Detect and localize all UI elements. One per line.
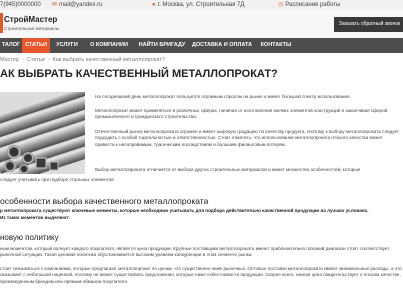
breadcrumb: Мастер › Статьи › Как выбрать качественный м… — [0, 57, 165, 63]
callback-button[interactable]: Заказать обратный звонок — [334, 17, 403, 32]
mail-icon: ✉ — [52, 2, 58, 8]
email-text[interactable]: mail@yandex.ru — [59, 2, 102, 8]
logo-mark — [0, 13, 3, 33]
top-info-bar: 7(945)0000000 ✉ mail@yandex.ru ● г. Москва… — [0, 0, 403, 10]
metal-pipes-image — [0, 92, 85, 174]
section-lead-list-intro: Из таких моментов выделяют: — [0, 215, 70, 220]
article-paragraph: Металлопрокат может применяться в различ… — [95, 108, 388, 120]
article-paragraph: Отечественный рынок металлопроката огром… — [95, 129, 399, 147]
nav-item-find-team[interactable]: НАЙТИ БРИГАДУ — [134, 38, 190, 53]
subsection-heading: новую политику — [0, 233, 59, 242]
nav-item-about[interactable]: О КОМПАНИИ — [84, 38, 134, 53]
nav-item-catalog[interactable]: ТАЛОГ — [0, 38, 22, 53]
phone-link[interactable]: 7(945)0000000 — [0, 0, 41, 10]
breadcrumb-current: Как выбрать качественный металлопрокат? — [52, 57, 165, 63]
phone-text[interactable]: 7(945)0000000 — [0, 2, 41, 8]
address-text: г. Москва, ул. Строительная 7Д — [157, 2, 245, 8]
email-link[interactable]: ✉ mail@yandex.ru — [52, 0, 102, 10]
location-pin-icon: ● — [152, 2, 156, 8]
article-paragraph: Выбор металлопроката отличается от выбор… — [95, 167, 361, 172]
article-paragraph: стоит связываться с компаниями, которые … — [0, 266, 402, 284]
brand-tagline: Строительные материалы — [4, 26, 60, 31]
nav-item-articles[interactable]: СТАТЬИ — [22, 38, 50, 53]
breadcrumb-articles[interactable]: Статьи — [27, 57, 45, 63]
breadcrumb-home[interactable]: Мастер — [0, 57, 19, 63]
address: ● г. Москва, ул. Строительная 7Д — [152, 0, 244, 10]
section-heading: особенности выбора качественного металло… — [0, 196, 209, 206]
article-paragraph: следует учитывать при подборе стальных э… — [0, 177, 115, 182]
nav-item-services[interactable]: УСЛУГИ — [50, 38, 84, 53]
brand-name[interactable]: СтройМастер — [4, 15, 57, 24]
breadcrumb-separator-icon: › — [47, 57, 50, 63]
article-paragraph: На сегодняшний день металлопрокат пользу… — [95, 94, 351, 99]
clock-icon: ◷ — [278, 2, 284, 8]
section-lead: р металлопроката существуют ключевые мом… — [0, 208, 369, 213]
page-title: АК ВЫБРАТЬ КАЧЕСТВЕННЫЙ МЕТАЛЛОПРОКАТ? — [0, 68, 278, 80]
main-nav: ТАЛОГ СТАТЬИ УСЛУГИ О КОМПАНИИ НАЙТИ БРИ… — [0, 38, 403, 53]
nav-item-delivery[interactable]: ДОСТАВКА И ОПЛАТА — [190, 38, 254, 53]
breadcrumb-separator-icon: › — [22, 57, 24, 63]
schedule-link[interactable]: ◷ Расписание работы — [278, 0, 340, 10]
schedule-text[interactable]: Расписание работы — [285, 2, 340, 8]
nav-item-contacts[interactable]: КОНТАКТЫ — [254, 38, 298, 53]
article-paragraph: ным моментом, который волнует каждого по… — [0, 246, 390, 258]
site-header: СтройМастер Строительные материалы Заказ… — [0, 10, 403, 38]
